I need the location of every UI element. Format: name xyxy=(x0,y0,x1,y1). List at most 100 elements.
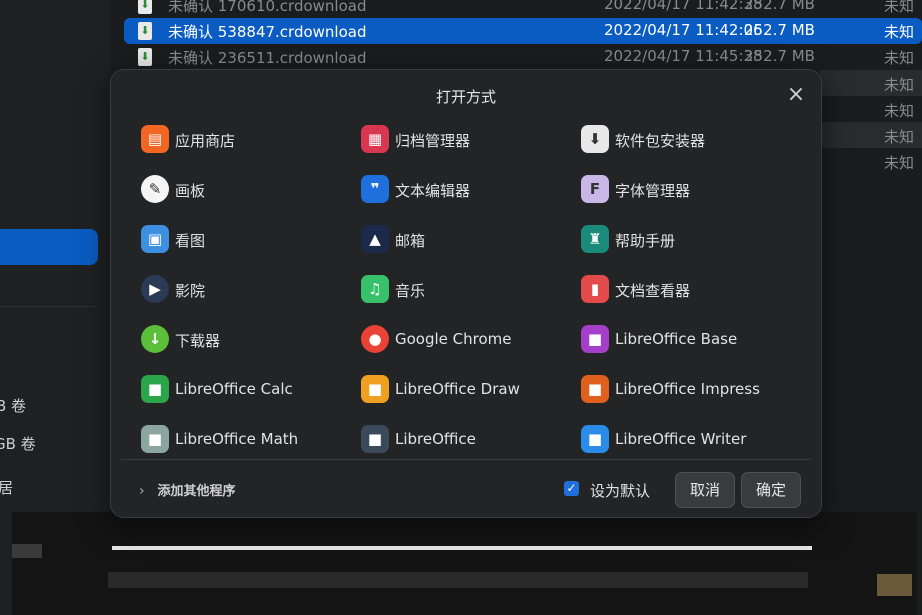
app-item[interactable]: ■ LibreOffice xyxy=(361,421,571,457)
file-type: 未知 xyxy=(884,49,915,67)
checkmark-icon: ✓ xyxy=(564,481,579,496)
chevron-right-icon: › xyxy=(139,483,145,499)
app-item[interactable]: ♜ 帮助手册 xyxy=(581,221,791,257)
app-label: LibreOffice Base xyxy=(615,330,738,348)
app-item[interactable]: ▲ 邮箱 xyxy=(361,221,571,257)
sidebar-selected-item[interactable] xyxy=(0,229,98,265)
app-label: 下载器 xyxy=(175,332,221,350)
app-label: 邮箱 xyxy=(395,232,426,250)
file-type-cell: 未知 xyxy=(884,102,915,120)
app-label: 文档查看器 xyxy=(615,282,691,300)
sidebar-divider xyxy=(0,306,98,307)
dialog-title: 打开方式 xyxy=(435,88,496,106)
file-date: 2022/04/17 11:42:06 xyxy=(604,21,763,39)
file-date: 2022/04/17 11:42:38 xyxy=(604,0,763,13)
app-item[interactable]: ■ LibreOffice Writer xyxy=(581,421,791,457)
download-file-icon: ⬇ xyxy=(138,48,152,66)
libreoffice-math-icon: ■ xyxy=(141,425,169,453)
confirm-button[interactable]: 确定 xyxy=(741,472,801,508)
app-label: LibreOffice Writer xyxy=(615,430,747,448)
open-with-dialog: 打开方式 × ▤ 应用商店 ▦ 归档管理器 ⬇ 软件包安装器 ✎ 画板 ❞ 文本编辑器 F 字体管理器… xyxy=(110,69,822,518)
close-icon[interactable]: × xyxy=(781,82,811,108)
app-label: 看图 xyxy=(175,232,206,250)
app-item[interactable]: ▤ 应用商店 xyxy=(141,121,351,157)
app-label: 归档管理器 xyxy=(395,132,471,150)
download-file-icon: ⬇ xyxy=(138,22,152,40)
set-default-label: 设为默认 xyxy=(590,482,651,500)
movie-icon: ▶ xyxy=(141,275,169,303)
app-label: 影院 xyxy=(175,282,206,300)
artifact-block xyxy=(12,544,42,558)
app-item[interactable]: ▦ 归档管理器 xyxy=(361,121,571,157)
sidebar-item-data[interactable]: 居 xyxy=(0,477,13,498)
file-type-cell: 未知 xyxy=(884,76,915,94)
app-item[interactable]: ● Google Chrome xyxy=(361,321,571,357)
file-row-selected[interactable]: ⬇ 未确认 538847.crdownload 2022/04/17 11:42… xyxy=(124,18,922,44)
app-label: LibreOffice Calc xyxy=(175,380,293,398)
file-size: 252.7 MB xyxy=(744,21,815,39)
app-item[interactable]: ♫ 音乐 xyxy=(361,271,571,307)
app-label: 画板 xyxy=(175,182,206,200)
add-other-program-button[interactable]: › 添加其他程序 xyxy=(139,480,236,499)
file-name: 未确认 236511.crdownload xyxy=(168,49,367,67)
text-editor-icon: ❞ xyxy=(361,175,389,203)
draw-icon: ✎ xyxy=(141,175,169,203)
file-size: 252.7 MB xyxy=(744,47,815,65)
artifact-line xyxy=(112,546,812,550)
file-type: 未知 xyxy=(884,23,915,41)
file-size: 252.7 MB xyxy=(744,0,815,13)
app-item[interactable]: ❞ 文本编辑器 xyxy=(361,171,571,207)
render-artifact xyxy=(12,512,917,615)
app-item[interactable]: ▶ 影院 xyxy=(141,271,351,307)
file-name: 未确认 538847.crdownload xyxy=(168,23,367,41)
app-item[interactable]: ▮ 文档查看器 xyxy=(581,271,791,307)
file-type: 未知 xyxy=(884,0,915,15)
libreoffice-writer-icon: ■ xyxy=(581,425,609,453)
image-viewer-icon: ▣ xyxy=(141,225,169,253)
app-label: Google Chrome xyxy=(395,330,512,348)
file-date: 2022/04/17 11:45:38 xyxy=(604,47,763,65)
file-type-cell: 未知 xyxy=(884,128,915,146)
archive-manager-icon: ▦ xyxy=(361,125,389,153)
app-item[interactable]: ↓ 下载器 xyxy=(141,321,351,357)
app-label: 软件包安装器 xyxy=(615,132,706,150)
app-item[interactable]: ■ LibreOffice Impress xyxy=(581,371,791,407)
dialog-divider xyxy=(121,459,811,460)
artifact-block xyxy=(877,574,912,596)
mail-icon: ▲ xyxy=(361,225,389,253)
manual-icon: ♜ xyxy=(581,225,609,253)
app-item[interactable]: F 字体管理器 xyxy=(581,171,791,207)
libreoffice-draw-icon: ■ xyxy=(361,375,389,403)
app-label: 应用商店 xyxy=(175,132,236,150)
libreoffice-icon: ■ xyxy=(361,425,389,453)
downloader-icon: ↓ xyxy=(141,325,169,353)
app-item[interactable]: ■ LibreOffice Draw xyxy=(361,371,571,407)
app-label: LibreOffice Math xyxy=(175,430,299,448)
app-label: 字体管理器 xyxy=(615,182,691,200)
file-row[interactable]: ⬇ 未确认 170610.crdownload 2022/04/17 11:42… xyxy=(124,0,922,18)
app-label: 文本编辑器 xyxy=(395,182,471,200)
cancel-button[interactable]: 取消 xyxy=(675,472,735,508)
file-row[interactable]: ⬇ 未确认 236511.crdownload 2022/04/17 11:45… xyxy=(124,44,922,70)
app-label: 帮助手册 xyxy=(615,232,676,250)
file-type-cell: 未知 xyxy=(884,154,915,172)
file-name: 未确认 170610.crdownload xyxy=(168,0,367,15)
app-item[interactable]: ▣ 看图 xyxy=(141,221,351,257)
app-item[interactable]: ■ LibreOffice Calc xyxy=(141,371,351,407)
sidebar-item-volume-1[interactable]: B 卷 xyxy=(0,395,26,416)
libreoffice-base-icon: ■ xyxy=(581,325,609,353)
download-file-icon: ⬇ xyxy=(138,0,152,14)
libreoffice-impress-icon: ■ xyxy=(581,375,609,403)
sidebar-item-volume-2[interactable]: GB 卷 xyxy=(0,433,36,454)
chrome-icon: ● xyxy=(361,325,389,353)
add-other-label: 添加其他程序 xyxy=(157,484,236,499)
document-viewer-icon: ▮ xyxy=(581,275,609,303)
app-label: LibreOffice Impress xyxy=(615,380,760,398)
app-label: LibreOffice Draw xyxy=(395,380,520,398)
artifact-block xyxy=(108,572,808,588)
font-manager-icon: F xyxy=(581,175,609,203)
app-item[interactable]: ⬇ 软件包安装器 xyxy=(581,121,791,157)
app-item[interactable]: ■ LibreOffice Base xyxy=(581,321,791,357)
app-item[interactable]: ✎ 画板 xyxy=(141,171,351,207)
app-item[interactable]: ■ LibreOffice Math xyxy=(141,421,351,457)
